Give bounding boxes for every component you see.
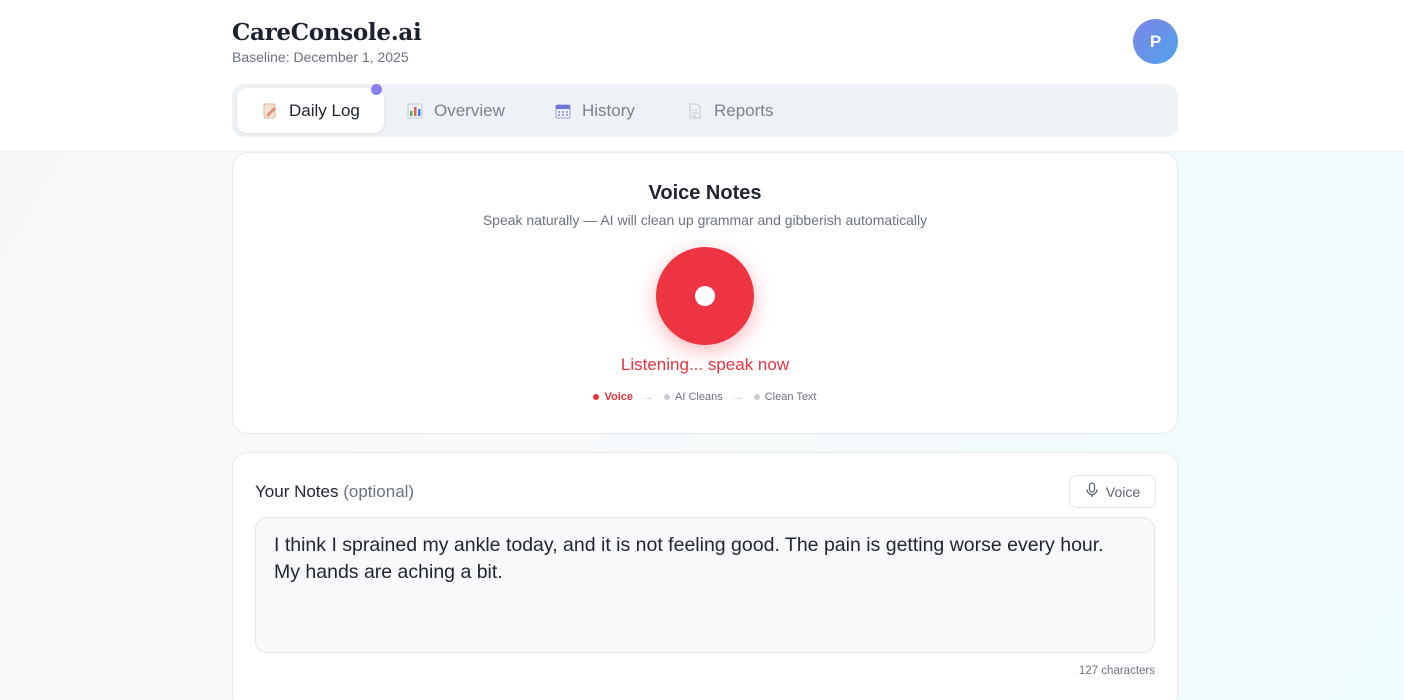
step-dot-icon <box>753 394 760 400</box>
notes-optional-text: (optional) <box>343 482 415 501</box>
voice-button-label: Voice <box>1105 483 1141 500</box>
edit-note-icon <box>261 102 279 120</box>
record-button[interactable] <box>656 247 754 345</box>
step-clean-text: Clean Text <box>753 391 817 403</box>
tab-reports[interactable]: Reports <box>662 88 798 133</box>
notes-label: Your Notes (optional) <box>255 482 414 502</box>
notes-card: Your Notes (optional) Voice I think I sp… <box>232 452 1178 700</box>
arrow-right-icon: → <box>732 391 744 403</box>
brand-title: CareConsole.ai <box>232 19 422 46</box>
voice-input-button[interactable]: Voice <box>1069 475 1156 508</box>
tab-label: Overview <box>434 100 505 120</box>
microphone-icon <box>1085 482 1099 501</box>
app-header: CareConsole.ai Baseline: December 1, 202… <box>0 0 1404 152</box>
step-voice: Voice <box>593 391 633 403</box>
step-label: Clean Text <box>764 391 817 403</box>
baseline-date: Baseline: December 1, 2025 <box>232 49 409 65</box>
voice-notes-card: Voice Notes Speak naturally — AI will cl… <box>232 152 1178 434</box>
tab-label: History <box>582 100 635 120</box>
notes-textarea[interactable]: I think I sprained my ankle today, and i… <box>255 517 1155 653</box>
calendar-icon <box>554 102 572 120</box>
tab-daily-log[interactable]: Daily Log <box>237 88 384 133</box>
avatar[interactable]: P <box>1133 19 1178 64</box>
step-dot-icon <box>664 394 671 400</box>
bar-chart-icon <box>406 102 424 120</box>
voice-notes-subtitle: Speak naturally — AI will clean up gramm… <box>482 212 928 228</box>
pipeline-steps: Voice → AI Cleans → Clean Text <box>233 391 1177 403</box>
step-label: AI Cleans <box>675 391 723 403</box>
tab-label: Reports <box>714 100 774 120</box>
voice-notes-title: Voice Notes <box>648 182 762 204</box>
tab-history[interactable]: History <box>530 88 659 133</box>
step-ai-cleans: AI Cleans <box>664 391 723 403</box>
arrow-right-icon: → <box>643 391 655 403</box>
step-dot-icon <box>593 394 600 400</box>
notification-dot <box>371 84 382 95</box>
tab-label: Daily Log <box>289 100 360 120</box>
step-label: Voice <box>604 391 634 403</box>
notes-label-text: Your Notes <box>255 482 339 501</box>
tab-overview[interactable]: Overview <box>382 88 529 133</box>
document-icon <box>686 102 704 120</box>
record-dot-icon <box>695 286 715 306</box>
listening-status: Listening... speak now <box>620 355 790 374</box>
character-count: 127 characters <box>1078 665 1155 677</box>
